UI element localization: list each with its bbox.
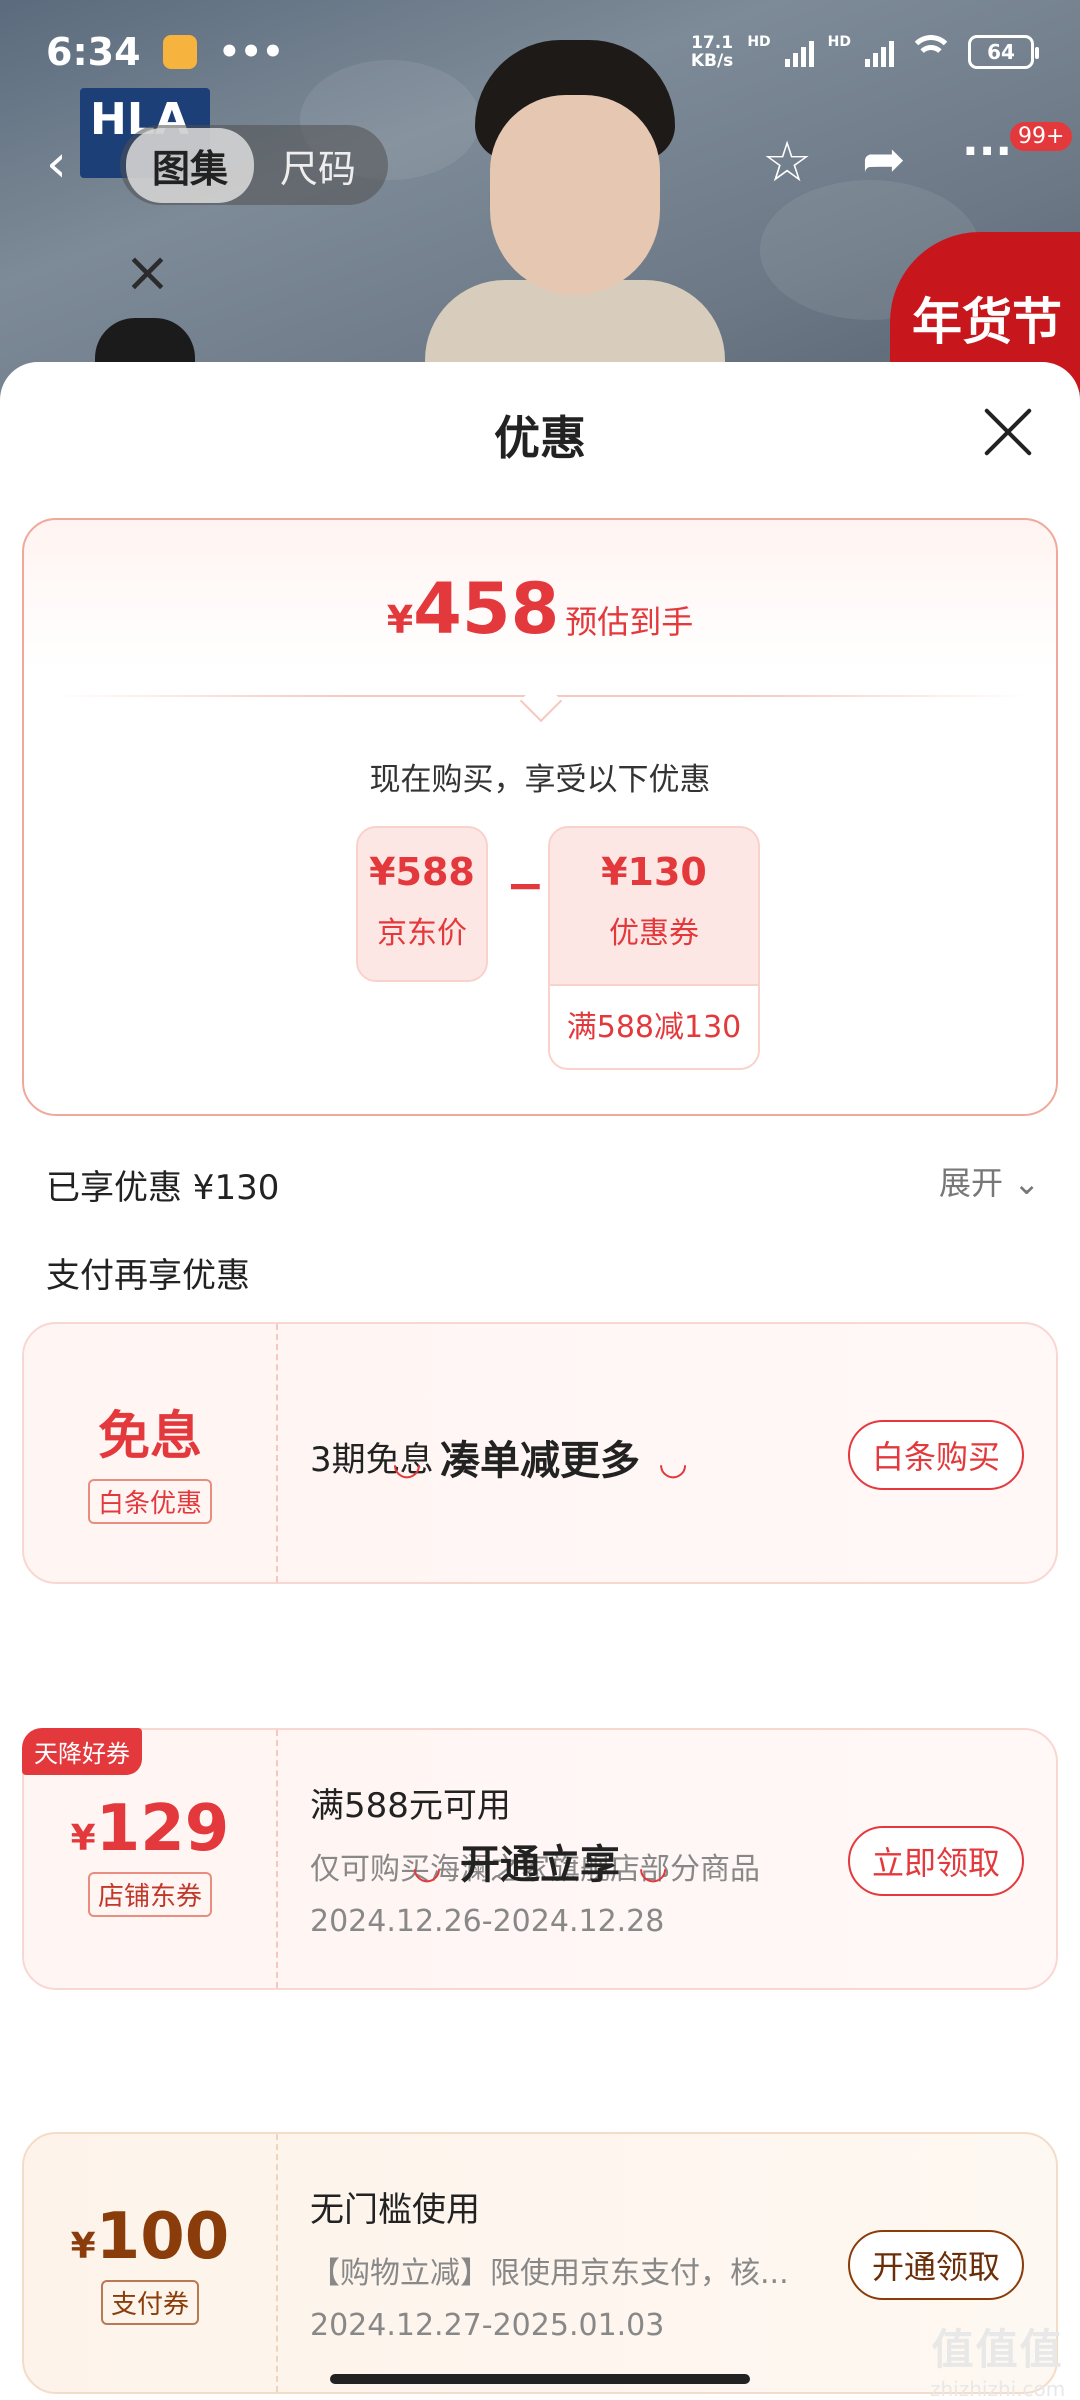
battery-icon: 64 (968, 35, 1039, 69)
estimated-price: ¥458 预估到手 (386, 568, 694, 650)
special-coupon-badge: 天降好券 (22, 1728, 142, 1775)
divider-notch (519, 679, 563, 723)
back-arrow-icon[interactable]: ‹ (46, 134, 86, 194)
jd-price-chip: ¥588 京东价 (356, 826, 488, 982)
more-menu-icon[interactable]: ··· (962, 126, 1012, 177)
coupon-condition: 满588减130 (550, 984, 758, 1068)
message-notification-icon (162, 35, 197, 69)
top-navigation: ‹ 图集 尺码 ☆ ➦ ··· 99+ (0, 120, 1080, 210)
pay-more-heading: 支付再享优惠 (46, 1256, 250, 1296)
hd-indicator: HD (827, 34, 851, 50)
status-bar: 6:34 ••• 17.1 KB/s HD HD 64 (0, 0, 1080, 104)
more-notifications-icon: ••• (218, 32, 284, 72)
coupon-title: 满588元可用 (310, 1786, 511, 1826)
smile-deco-icon: ◡ (640, 1847, 667, 1887)
smile-deco-icon: ◡ (660, 1443, 687, 1483)
coupon-description: 【购物立减】限使用京东支付，核... (310, 2256, 789, 2291)
message-count-badge: 99+ (1010, 122, 1073, 151)
watermark: 值值值 zhizhizhi.com (930, 2325, 1066, 2400)
expand-button[interactable]: 展开 ⌄ (939, 1158, 1040, 1204)
network-speed: 17.1 KB/s (690, 33, 734, 71)
payment-coupon-card: ¥100 支付券 无门槛使用 【购物立减】限使用京东支付，核... 2024.1… (22, 2132, 1058, 2394)
sheet-title: 优惠 (494, 411, 586, 465)
collab-x-mark: × (124, 240, 171, 305)
discount-sheet: 优惠 ¥458 预估到手 现在购买，享受以下优惠 ¥588 京东价 − ¥130 … (0, 362, 1080, 2400)
wifi-icon (908, 35, 954, 69)
close-icon[interactable] (980, 404, 1036, 460)
coupon-validity: 2024.12.26-2024.12.28 (310, 1904, 665, 1939)
share-arrow-icon[interactable]: ➦ (862, 130, 906, 190)
clock: 6:34 (46, 30, 141, 74)
home-indicator[interactable] (330, 2374, 750, 2384)
tab-gallery[interactable]: 图集 (126, 127, 255, 203)
coupon-chip: ¥130 优惠券 满588减130 (548, 826, 760, 1070)
section-title-more: ◡ 凑单减更多 ◡ (393, 1438, 687, 1484)
chevron-down-icon: ⌄ (1013, 1164, 1040, 1202)
coupon-validity: 2024.12.27-2025.01.03 (310, 2308, 665, 2343)
hd-indicator: HD (747, 34, 771, 50)
smile-deco-icon: ◡ (393, 1443, 420, 1483)
coupon-amount: ¥100 (70, 2200, 230, 2274)
activate-claim-button[interactable]: 开通领取 (847, 2230, 1024, 2300)
signal-icon (784, 37, 814, 67)
price-breakdown-card: ¥458 预估到手 现在购买，享受以下优惠 ¥588 京东价 − ¥130 优惠券… (22, 518, 1058, 1116)
signal-icon (865, 37, 894, 67)
smile-deco-icon: ◡ (413, 1847, 440, 1887)
favorite-star-icon[interactable]: ☆ (762, 130, 812, 195)
tab-size-chart[interactable]: 尺码 (254, 128, 382, 203)
buy-now-text: 现在购买，享受以下优惠 (369, 762, 711, 798)
coupon-title: 无门槛使用 (310, 2190, 480, 2230)
minus-sign: − (506, 858, 545, 912)
coupon-type-tag: 支付券 (100, 2280, 199, 2325)
enjoyed-discount: 已享优惠 ¥130 (46, 1168, 280, 1208)
section-title-open: ◡ 开通立享 ◡ (413, 1842, 667, 1888)
media-tabs: 图集 尺码 (120, 125, 389, 205)
